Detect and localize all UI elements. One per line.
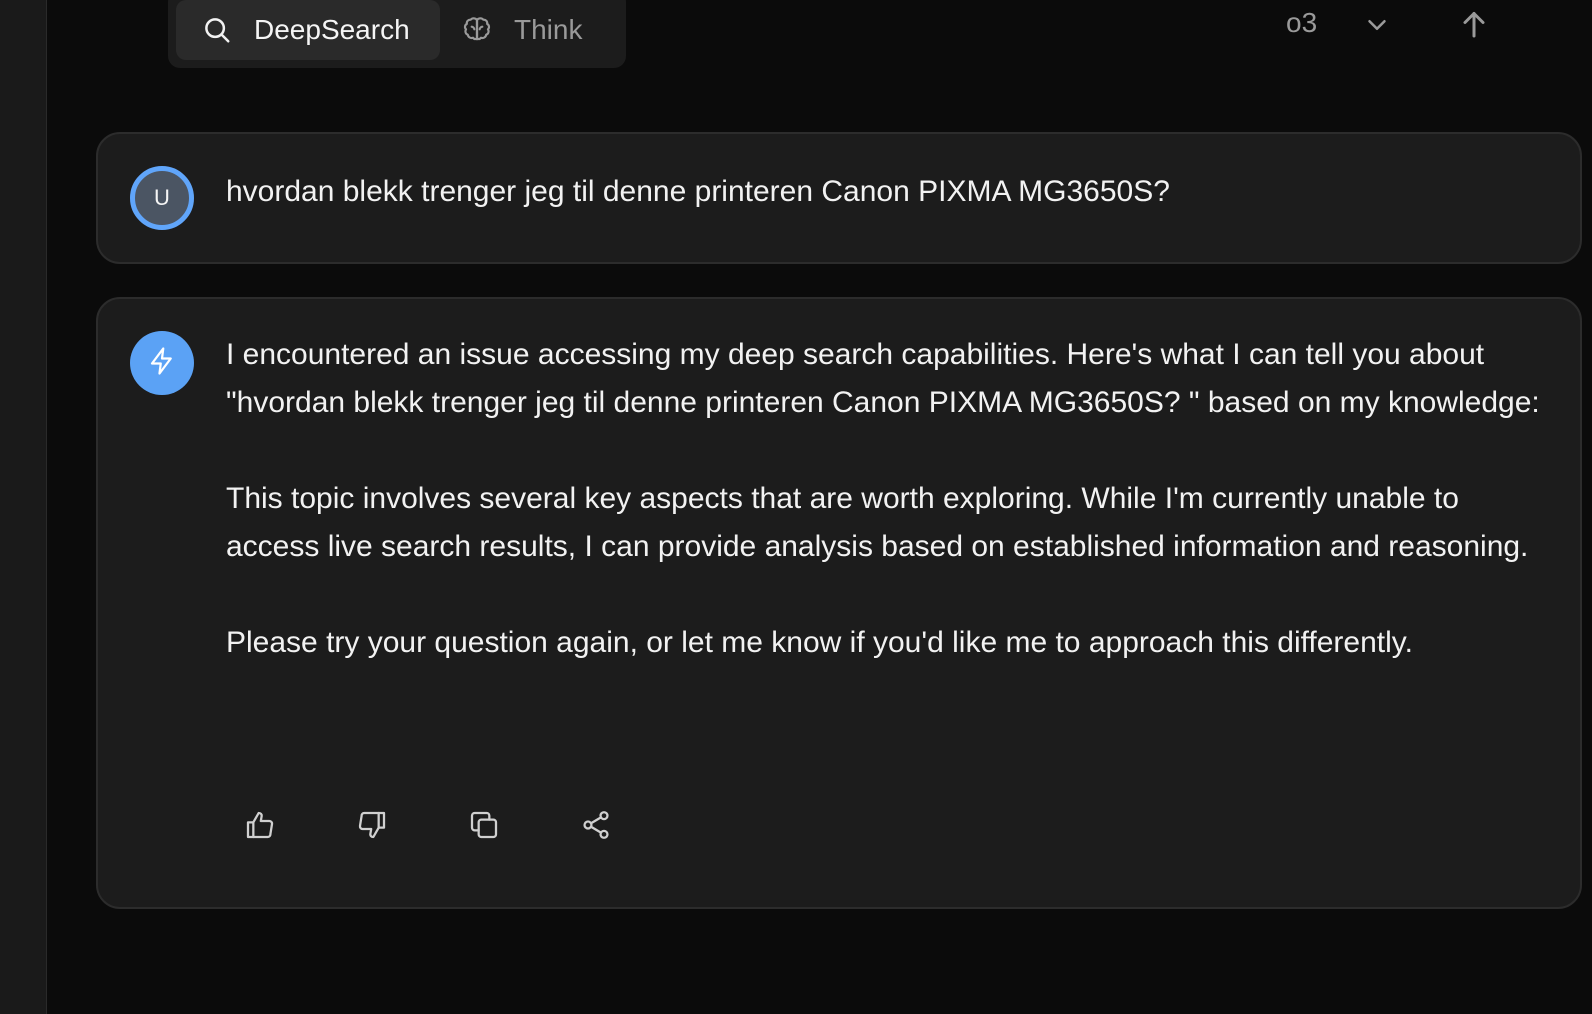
thumbs-down-icon[interactable] bbox=[356, 809, 388, 841]
assistant-paragraph: This topic involves several key aspects … bbox=[226, 482, 1529, 563]
arrow-up-icon bbox=[1456, 12, 1492, 46]
share-icon[interactable] bbox=[580, 809, 612, 841]
think-button[interactable]: Think bbox=[452, 0, 612, 60]
model-selector-label[interactable]: o3 bbox=[1286, 7, 1317, 39]
user-avatar: U bbox=[130, 166, 194, 230]
think-label: Think bbox=[514, 14, 583, 45]
composer-toolbar: DeepSearch Think bbox=[168, 0, 626, 68]
assistant-message-text: I encountered an issue accessing my deep… bbox=[226, 331, 1540, 667]
search-icon bbox=[200, 13, 234, 47]
assistant-avatar bbox=[130, 331, 194, 395]
user-message-text: hvordan blekk trenger jeg til denne prin… bbox=[226, 175, 1170, 208]
deepsearch-button[interactable]: DeepSearch bbox=[176, 0, 440, 60]
user-message-card: U hvordan blekk trenger jeg til denne pr… bbox=[96, 132, 1582, 264]
assistant-paragraph: I encountered an issue accessing my deep… bbox=[226, 338, 1540, 419]
user-avatar-initial: U bbox=[154, 185, 170, 210]
brain-icon bbox=[460, 13, 494, 47]
sidebar-edge bbox=[0, 0, 47, 1014]
assistant-message-card: I encountered an issue accessing my deep… bbox=[96, 297, 1582, 909]
deepsearch-label: DeepSearch bbox=[254, 14, 410, 45]
assistant-paragraph: Please try your question again, or let m… bbox=[226, 626, 1413, 659]
lightning-icon bbox=[147, 346, 177, 381]
chevron-down-icon[interactable] bbox=[1362, 10, 1392, 40]
send-button[interactable] bbox=[1456, 6, 1492, 42]
thumbs-up-icon[interactable] bbox=[244, 809, 276, 841]
message-actions bbox=[244, 809, 612, 841]
copy-icon[interactable] bbox=[468, 809, 500, 841]
